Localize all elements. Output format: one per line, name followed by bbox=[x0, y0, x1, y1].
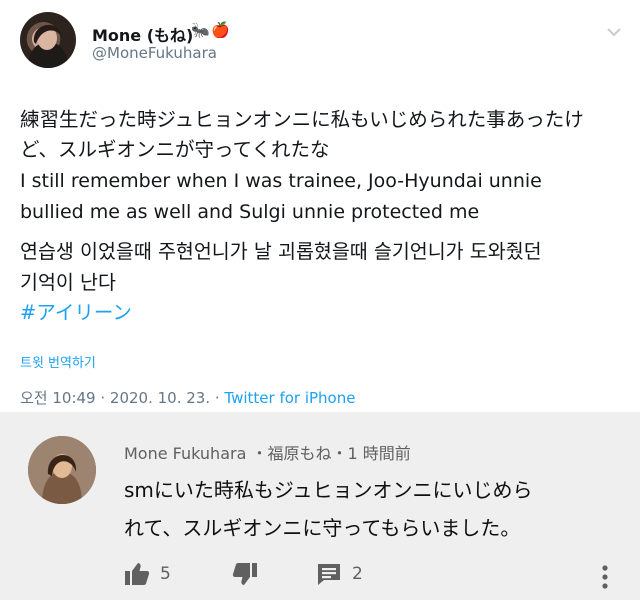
more-vertical-icon[interactable] bbox=[600, 564, 610, 590]
comment-author-line[interactable]: Mone Fukuhara ・福原もね・1 時間前 bbox=[124, 440, 411, 464]
tweet-text-line: ど、スルギオンニが守ってくれたな bbox=[20, 138, 330, 161]
chevron-down-icon[interactable] bbox=[604, 22, 624, 42]
tweet-source-link[interactable]: Twitter for iPhone bbox=[224, 389, 355, 407]
tweet-card: Mone (もね) 🐜 🍎 @MoneFukuhara 練習生だった時ジュヒョン… bbox=[0, 0, 640, 412]
apple-emoji: 🍎 bbox=[211, 21, 230, 39]
reply-count: 2 bbox=[352, 564, 363, 584]
comment-text-line: smにいた時私もジュヒョンオンニにいじめら bbox=[124, 478, 533, 502]
tweet-display-name[interactable]: Mone (もね) bbox=[92, 22, 193, 46]
tweet-text-line: bullied me as well and Sulgi unnie prote… bbox=[20, 201, 480, 223]
reply-icon bbox=[318, 564, 340, 585]
tweet-text-line: 기억이 난다 bbox=[20, 271, 116, 294]
thumb-down-icon bbox=[232, 563, 257, 585]
tweet-text-line: 연습생 이었을때 주현언니가 날 괴롭혔을때 슬기언니가 도와줬던 bbox=[20, 240, 542, 263]
like-count: 5 bbox=[160, 564, 171, 584]
tweet-handle[interactable]: @MoneFukuhara bbox=[92, 44, 217, 62]
tweet-avatar[interactable] bbox=[20, 12, 76, 68]
like-button[interactable]: 5 bbox=[124, 562, 171, 586]
ant-emoji: 🐜 bbox=[191, 21, 210, 39]
comment-text-line: れて、スルギオンニに守ってもらいました。 bbox=[124, 516, 521, 540]
youtube-comment: Mone Fukuhara ・福原もね・1 時間前 smにいた時私もジュヒョンオ… bbox=[0, 412, 640, 600]
tweet-timestamp: 오전 10:49 · 2020. 10. 23. · bbox=[20, 389, 225, 407]
thumb-up-icon bbox=[125, 563, 150, 585]
dislike-button[interactable] bbox=[232, 562, 258, 586]
tweet-meta: 오전 10:49 · 2020. 10. 23. · Twitter for i… bbox=[20, 387, 355, 408]
comment-avatar[interactable] bbox=[28, 436, 96, 504]
reply-button[interactable]: 2 bbox=[316, 562, 363, 586]
translate-tweet-link[interactable]: 트윗 번역하기 bbox=[20, 352, 96, 371]
tweet-text-line: 練習生だった時ジュヒョンオンニに私もいじめられた事あったけ bbox=[20, 108, 584, 131]
tweet-text-line: I still remember when I was trainee, Joo… bbox=[20, 170, 542, 192]
hashtag-link[interactable]: #アイリーン bbox=[20, 296, 132, 325]
